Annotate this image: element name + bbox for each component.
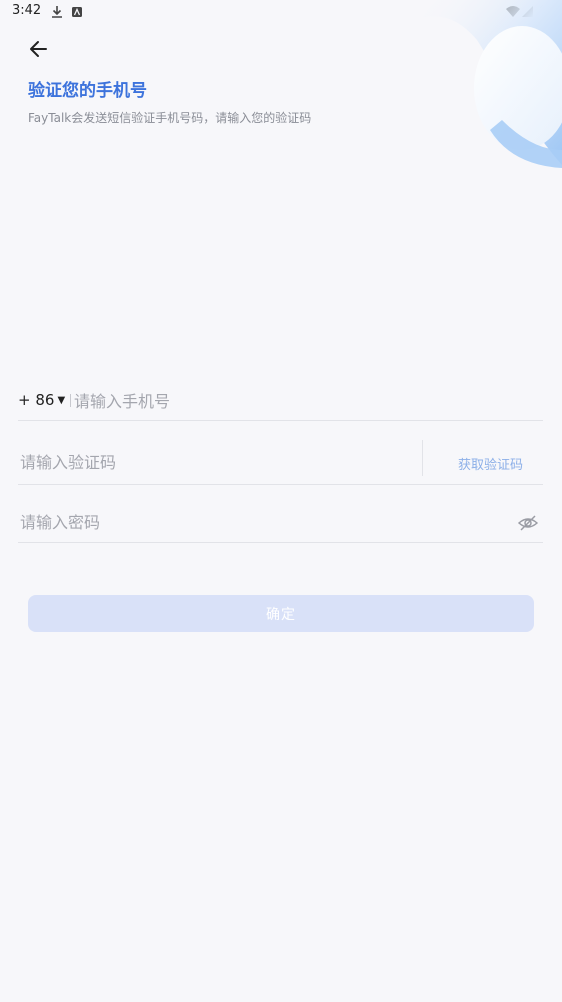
- country-code-selector[interactable]: + 86 ▼: [18, 391, 72, 409]
- get-code-button[interactable]: 获取验证码: [458, 454, 523, 473]
- password-input[interactable]: [20, 510, 480, 534]
- verification-code-input[interactable]: [20, 450, 410, 474]
- page-title: 验证您的手机号: [28, 81, 147, 101]
- back-arrow-icon: [30, 41, 47, 57]
- battery-icon: [540, 4, 549, 23]
- confirm-button[interactable]: 确定: [28, 595, 534, 632]
- notification-icon: [71, 4, 83, 23]
- verification-code-row: 获取验证码: [18, 440, 543, 485]
- password-visibility-toggle[interactable]: [517, 512, 539, 534]
- wifi-icon: [506, 4, 520, 23]
- eye-off-icon: [517, 515, 539, 531]
- phone-input[interactable]: [74, 389, 534, 413]
- signal-icon: [521, 4, 534, 23]
- back-button[interactable]: [26, 36, 52, 62]
- country-code-divider: [70, 393, 72, 407]
- page-subtitle: FayTalk会发送短信验证手机号码，请输入您的验证码: [28, 111, 312, 125]
- code-divider: [422, 440, 423, 476]
- status-time: 3:42: [12, 3, 42, 18]
- status-bar: 3:42: [0, 0, 562, 24]
- download-icon: [50, 4, 64, 24]
- phone-row: + 86 ▼: [18, 383, 543, 421]
- password-row: [18, 504, 543, 543]
- decorative-wave-graphic: [422, 0, 562, 168]
- chevron-down-icon: ▼: [57, 394, 66, 406]
- country-code-label: + 86: [18, 391, 55, 409]
